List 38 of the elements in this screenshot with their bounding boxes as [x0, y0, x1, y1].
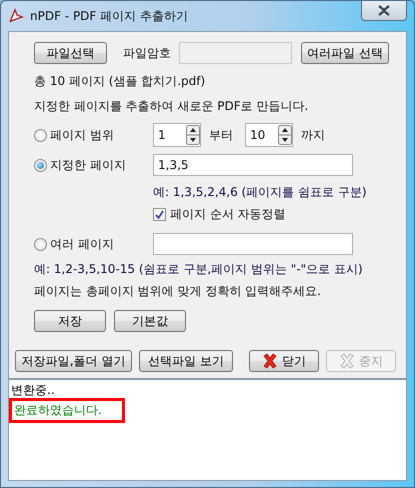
from-label: 부터	[209, 126, 233, 144]
multi-page-field[interactable]	[153, 233, 353, 255]
checkbox[interactable]	[153, 208, 166, 221]
cross-icon	[339, 353, 355, 369]
password-field[interactable]	[179, 42, 292, 64]
action-button[interactable]: 저장파일,폴더 열기	[15, 350, 132, 372]
number-field[interactable]: 1	[153, 123, 201, 147]
close-icon	[377, 5, 391, 16]
window-title: nPDF - PDF 페이지 추출하기	[30, 8, 188, 24]
save-button[interactable]: 저장	[34, 310, 106, 332]
close-button[interactable]: 닫기	[249, 350, 319, 372]
spinner-arrows-icon[interactable]	[278, 125, 292, 145]
multi-file-select-button[interactable]: 여러파일 선택	[301, 42, 389, 64]
spinner-arrows-icon[interactable]	[186, 125, 200, 145]
example-hint: 예: 1,3,5,2,4,6 (페이지를 쉼표로 구분)	[153, 184, 368, 201]
option-label: 지정한 페이지	[50, 156, 127, 174]
option-label: 여러 페이지	[50, 236, 115, 252]
close-icon	[262, 353, 278, 369]
password-label: 파일암호	[123, 44, 171, 62]
radio-button[interactable]	[34, 128, 47, 142]
radio-button[interactable]	[34, 158, 47, 172]
note-text: 페이지는 총페이지 범위에 맞게 정확히 입력해주세요.	[34, 283, 322, 300]
file-select-button[interactable]: 파일선택	[34, 42, 107, 64]
option-label: 페이지 범위	[50, 126, 115, 144]
radio-button[interactable]	[34, 238, 47, 250]
number-field[interactable]: 10	[245, 123, 293, 147]
action-button[interactable]: 선택파일 보기	[139, 350, 233, 372]
note-text: 예: 1,2-3,5,10-15 (쉼표로 구분,페이지 범위는 "-"으로 표시)	[34, 261, 364, 278]
page-list-field[interactable]: 1,3,5	[153, 154, 353, 176]
description-text: 지정한 페이지를 추출하여 새로운 PDF로 만듭니다.	[34, 98, 310, 115]
check-icon	[155, 210, 164, 219]
default-button[interactable]: 기본값	[114, 310, 186, 332]
checkbox-label: 페이지 순서 자동정렬	[170, 206, 286, 223]
to-label: 까지	[301, 126, 325, 144]
pdf-app-icon	[8, 8, 24, 24]
page-count-text: 총 10 페이지 (샘플 합치기.pdf)	[34, 73, 206, 90]
close-button[interactable]	[361, 1, 407, 21]
log-line: 변환중..	[10, 382, 55, 398]
